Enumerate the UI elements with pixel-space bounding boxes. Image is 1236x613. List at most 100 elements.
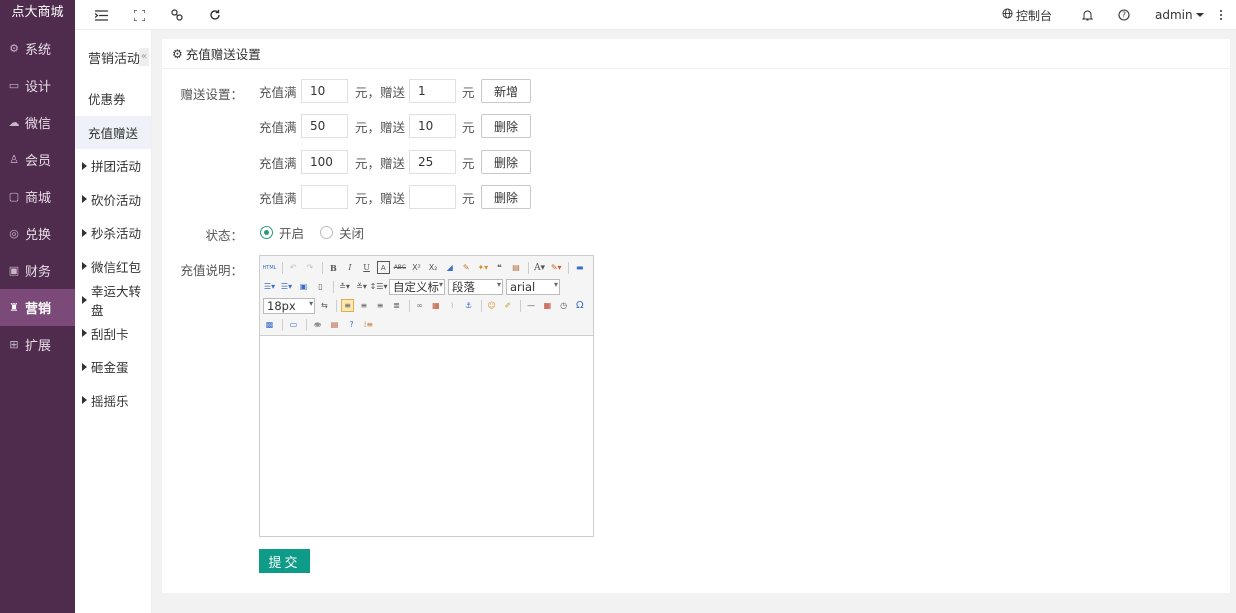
paste-plain-icon[interactable]: ▤ xyxy=(510,261,523,274)
highlight-color-icon[interactable]: ✎▾ xyxy=(550,261,563,274)
menu-toggle-icon[interactable] xyxy=(93,7,109,23)
app-logo[interactable]: 点大商城 xyxy=(0,0,75,28)
submit-button[interactable]: 提交 xyxy=(259,549,310,573)
sub-item-lucky-wheel[interactable]: 幸运大转盘 xyxy=(75,283,151,318)
word-count-icon[interactable]: ⁞≡ xyxy=(362,318,375,331)
toolbar-row: 18px ▾ ⇆ ≡ ≡ ≡ ≣ ∞ ▦ ⌇ ⚓ ☺ ✐ — ▦ ◷ Ω xyxy=(263,296,590,315)
undo-icon[interactable]: ↶ xyxy=(287,261,300,274)
unordered-list-icon[interactable]: ☰▾ xyxy=(280,280,293,293)
sub-item-flash-sale[interactable]: 秒杀活动 xyxy=(75,216,151,250)
sub-item-golden-egg[interactable]: 砸金蛋 xyxy=(75,350,151,384)
strikethrough-icon[interactable]: ABC xyxy=(394,261,407,274)
blockquote-icon[interactable]: ❝ xyxy=(493,261,506,274)
scrawl-icon[interactable]: ✐ xyxy=(502,299,514,312)
sub-item-coupon[interactable]: 优惠券 xyxy=(75,82,151,116)
gift-amount-input[interactable] xyxy=(409,79,456,103)
nav-item-marketing[interactable]: ♜ 营销 xyxy=(0,289,75,326)
date-icon[interactable]: ▦ xyxy=(541,299,553,312)
nav-item-exchange[interactable]: ◎ 兑换 xyxy=(0,215,75,252)
delete-rule-button[interactable]: 删除 xyxy=(481,150,531,174)
status-on-radio[interactable]: 开启 xyxy=(260,223,304,242)
align-right-icon[interactable]: ≡ xyxy=(374,299,386,312)
gear-icon: ⚙ xyxy=(172,46,183,61)
user-menu[interactable]: admin xyxy=(1155,0,1204,30)
nav-item-extend[interactable]: ⊞ 扩展 xyxy=(0,326,75,363)
nav-item-system[interactable]: ⚙ 系统 xyxy=(0,30,75,67)
gift-amount-input[interactable] xyxy=(409,114,456,138)
sub-item-scratch-card[interactable]: 刮刮卡 xyxy=(75,317,151,351)
clear-doc-icon[interactable]: ▯ xyxy=(314,280,327,293)
insert-frame-icon[interactable]: ▩ xyxy=(263,318,276,331)
select-all-icon[interactable]: ▣ xyxy=(297,280,310,293)
ordered-list-icon[interactable]: ☰▾ xyxy=(263,280,276,293)
image-icon[interactable]: ▦ xyxy=(430,299,442,312)
add-rule-button[interactable]: 新增 xyxy=(481,79,531,103)
direction-icon[interactable]: ⇆ xyxy=(318,299,330,312)
row-spacing-bottom-icon[interactable]: ≚▾ xyxy=(355,280,368,293)
recharge-amount-input[interactable] xyxy=(301,79,348,103)
recharge-amount-input[interactable] xyxy=(301,185,348,209)
template-icon[interactable]: ▤ xyxy=(328,318,341,331)
align-left-icon[interactable]: ≡ xyxy=(341,299,354,312)
sub-item-group-buy[interactable]: 拼团活动 xyxy=(75,149,151,183)
subscript-icon[interactable]: X₂ xyxy=(427,261,440,274)
line-height-icon[interactable]: ↕☰▾ xyxy=(370,280,388,293)
eraser-icon[interactable]: ◢ xyxy=(443,261,456,274)
html-source-icon[interactable]: HTML xyxy=(263,261,277,274)
bell-icon[interactable] xyxy=(1079,7,1095,23)
sub-item-shake[interactable]: 摇摇乐 xyxy=(75,384,151,418)
emotion-icon[interactable]: ☺ xyxy=(485,299,497,312)
status-off-radio[interactable]: 关闭 xyxy=(320,223,364,242)
editor-content-area[interactable] xyxy=(260,336,593,536)
nav-item-design[interactable]: ▭ 设计 xyxy=(0,67,75,104)
italic-icon[interactable]: I xyxy=(344,261,357,274)
align-justify-icon[interactable]: ≣ xyxy=(390,299,402,312)
nav-item-member[interactable]: ♙ 会员 xyxy=(0,141,75,178)
more-vertical-icon[interactable] xyxy=(1213,7,1229,23)
nav-item-mall[interactable]: ▢ 商城 xyxy=(0,178,75,215)
anchor-icon[interactable]: ⚓ xyxy=(462,299,474,312)
help-icon[interactable]: ? xyxy=(345,318,358,331)
nav-label: 商城 xyxy=(25,191,52,206)
underline-icon[interactable]: U xyxy=(360,261,373,274)
font-size-select[interactable]: 18px ▾ xyxy=(263,297,316,314)
font-family-select[interactable]: arial ▾ xyxy=(506,278,560,295)
link-icon[interactable] xyxy=(169,7,185,23)
nav-item-finance[interactable]: ▣ 财务 xyxy=(0,252,75,289)
recharge-amount-input[interactable] xyxy=(301,150,348,174)
gift-amount-input[interactable] xyxy=(409,150,456,174)
attachment-icon[interactable]: ⌇ xyxy=(446,299,458,312)
chevron-down-icon: ▾ xyxy=(438,279,443,289)
preview-icon[interactable]: ▬ xyxy=(573,261,586,274)
auto-format-icon[interactable]: ✦▾ xyxy=(477,261,490,274)
sub-item-bargain[interactable]: 砍价活动 xyxy=(75,183,151,217)
superscript-icon[interactable]: X² xyxy=(410,261,423,274)
collapse-icon[interactable]: « xyxy=(139,48,149,66)
special-char-icon[interactable]: Ω xyxy=(574,299,586,312)
custom-title-select[interactable]: 自定义标 ▾ xyxy=(389,278,445,295)
sub-item-recharge-gift[interactable]: 充值赠送 xyxy=(75,115,151,149)
time-icon[interactable]: ◷ xyxy=(557,299,569,312)
bold-icon[interactable]: B xyxy=(327,261,340,274)
fullscreen-icon[interactable] xyxy=(131,7,147,23)
search-replace-icon[interactable]: ⛂ xyxy=(311,318,324,331)
align-center-icon[interactable]: ≡ xyxy=(358,299,370,312)
delete-rule-button[interactable]: 删除 xyxy=(481,185,531,209)
redo-icon[interactable]: ↷ xyxy=(304,261,317,274)
sub-item-red-packet[interactable]: 微信红包 xyxy=(75,250,151,284)
insert-table-icon[interactable]: ▭ xyxy=(287,318,300,331)
font-color-icon[interactable]: A▾ xyxy=(533,261,546,274)
refresh-icon[interactable] xyxy=(207,7,223,23)
help-icon[interactable]: ? xyxy=(1116,7,1132,23)
delete-rule-button[interactable]: 删除 xyxy=(481,114,531,138)
horizontal-rule-icon[interactable]: — xyxy=(525,299,537,312)
recharge-amount-input[interactable] xyxy=(301,114,348,138)
gift-amount-input[interactable] xyxy=(409,185,456,209)
font-border-icon[interactable]: A xyxy=(376,261,390,274)
paragraph-select[interactable]: 段落 ▾ xyxy=(448,278,503,295)
format-brush-icon[interactable]: ✎ xyxy=(460,261,473,274)
nav-item-wechat[interactable]: ☁ 微信 xyxy=(0,104,75,141)
console-link[interactable]: 控制台 xyxy=(1002,0,1052,30)
link-icon[interactable]: ∞ xyxy=(413,299,425,312)
row-spacing-top-icon[interactable]: ≛▾ xyxy=(338,280,351,293)
